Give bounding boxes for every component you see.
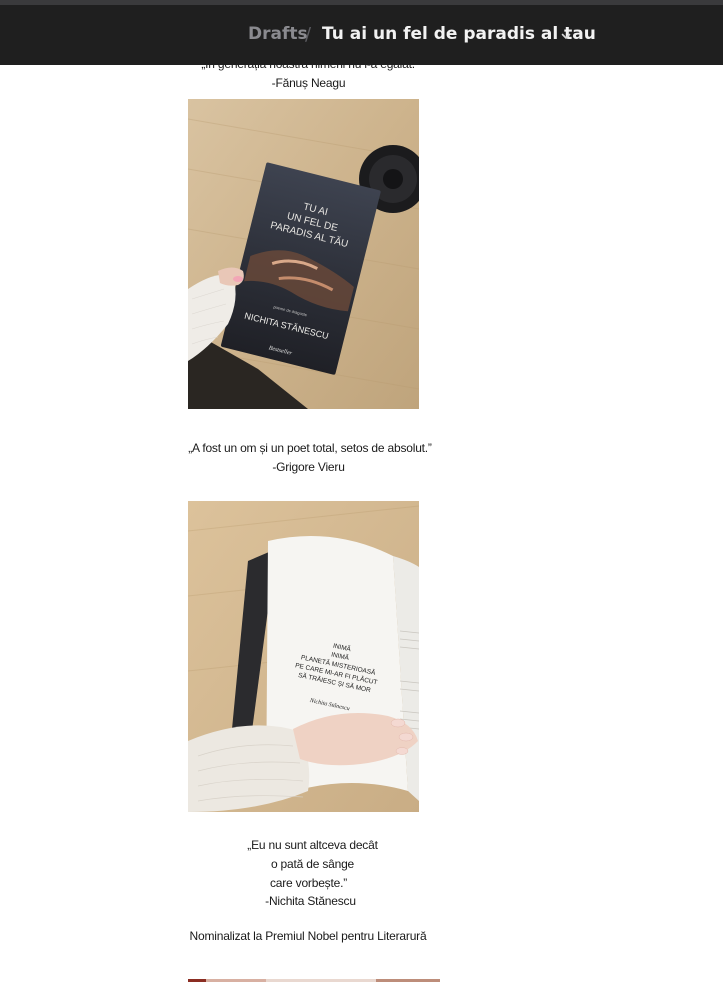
document-title[interactable]: Tu ai un fel de paradis al tau [322, 24, 596, 44]
nomination-text: Nominalizat la Premiul Nobel pentru Lite… [189, 929, 427, 943]
book-cover-photo[interactable]: TU AI UN FEL DE PARADIS AL TĂU poeme de … [188, 99, 419, 409]
draft-content: „În generația noastră nimeni nu l-a egal… [0, 0, 723, 982]
chevron-down-icon[interactable] [559, 29, 573, 43]
breadcrumb-drafts[interactable]: Drafts [248, 24, 308, 44]
quote-author: -Grigore Vieru [272, 460, 345, 474]
third-photo[interactable] [188, 973, 440, 982]
navigation-bar: Drafts / Tu ai un fel de paradis al tau [0, 5, 723, 65]
open-book-photo[interactable]: INIMĂ INIMĂ PLANETĂ MISTERIOASĂ PE CARE … [188, 501, 419, 812]
quote-author: -Fănuș Neagu [271, 76, 346, 90]
quote-author: -Nichita Stănescu [265, 894, 356, 908]
book-cover-photo-illustration: TU AI UN FEL DE PARADIS AL TĂU poeme de … [188, 99, 419, 409]
breadcrumb-separator: / [305, 24, 312, 45]
quote-text: care vorbește.” [269, 876, 348, 890]
quote-text: o pată de sânge [270, 857, 355, 871]
open-book-photo-illustration: INIMĂ INIMĂ PLANETĂ MISTERIOASĂ PE CARE … [188, 501, 419, 812]
quote-text: „Eu nu sunt altceva decât [247, 838, 378, 852]
quote-text: „A fost un om și un poet total, setos de… [188, 441, 432, 455]
